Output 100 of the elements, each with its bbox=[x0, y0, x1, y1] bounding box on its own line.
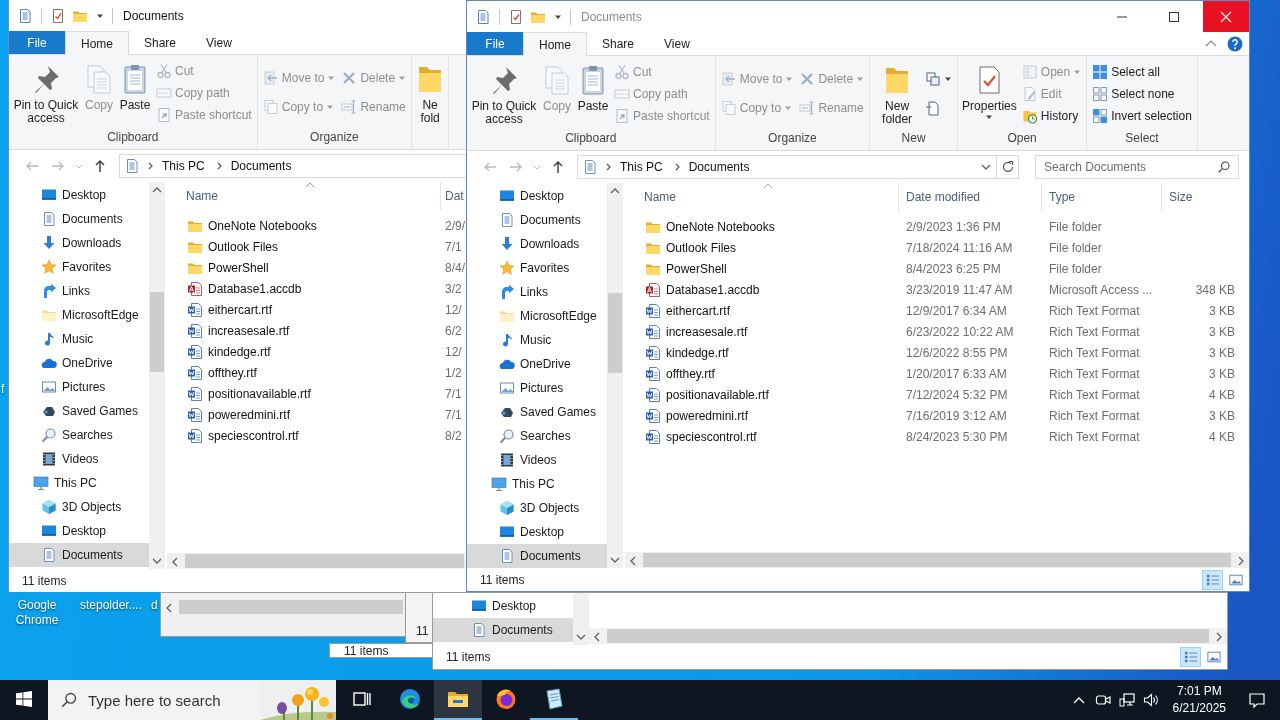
nav-item[interactable]: Desktop bbox=[433, 594, 573, 618]
ribbon-tab[interactable]: Share bbox=[129, 31, 192, 54]
ribbon-tab[interactable]: Home bbox=[523, 32, 587, 56]
breadcrumb[interactable]: This PC bbox=[162, 159, 209, 173]
nav-item[interactable]: Videos bbox=[9, 447, 149, 471]
column-header[interactable]: Name bbox=[179, 182, 441, 210]
file-name[interactable]: offthey.rtf bbox=[666, 366, 715, 381]
file-name[interactable]: PowerShell bbox=[208, 260, 269, 275]
file-name[interactable]: positionavailable.rtf bbox=[666, 387, 769, 402]
file-name[interactable]: poweredmini.rtf bbox=[666, 408, 749, 423]
file-name[interactable]: Outlook Files bbox=[666, 240, 737, 255]
nav-item[interactable]: Documents bbox=[9, 543, 149, 567]
file-name[interactable]: poweredmini.rtf bbox=[208, 407, 291, 422]
nav-item[interactable]: OneDrive bbox=[467, 352, 607, 376]
details-view-button[interactable] bbox=[1180, 647, 1201, 667]
file-name[interactable]: eithercart.rtf bbox=[666, 303, 731, 318]
scrollbar-thumb[interactable] bbox=[150, 292, 164, 372]
history-button[interactable]: History bbox=[1018, 105, 1085, 127]
nav-item[interactable]: Pictures bbox=[467, 376, 607, 400]
nav-item[interactable]: Desktop bbox=[467, 184, 607, 208]
new-folder-button[interactable]: New folder bbox=[872, 56, 923, 126]
address-bar[interactable]: This PC Documents bbox=[119, 154, 466, 178]
properties-button[interactable]: Properties bbox=[960, 56, 1019, 121]
select-all-button[interactable]: Select all bbox=[1089, 61, 1195, 83]
search-field[interactable]: Search Documents bbox=[1035, 155, 1239, 179]
file-tab[interactable]: File bbox=[9, 31, 65, 54]
pin-button[interactable]: Pin to Quick access bbox=[11, 55, 81, 125]
scrollbar-thumb[interactable] bbox=[185, 554, 464, 568]
column-header[interactable]: Size bbox=[1162, 183, 1240, 211]
file-name[interactable]: Outlook Files bbox=[208, 239, 279, 254]
nav-item[interactable]: Documents bbox=[467, 208, 607, 232]
paste-button[interactable]: Paste bbox=[575, 56, 611, 113]
file-name[interactable]: OneNote Notebooks bbox=[666, 219, 775, 234]
file-name[interactable]: PowerShell bbox=[666, 261, 727, 276]
nav-item[interactable]: Saved Games bbox=[9, 399, 149, 423]
file-tab[interactable]: File bbox=[467, 32, 523, 55]
horizontal-scrollbar[interactable] bbox=[167, 553, 466, 569]
file-name[interactable]: increasesale.rtf bbox=[666, 324, 748, 339]
nav-item[interactable]: Videos bbox=[467, 448, 607, 472]
nav-item[interactable]: Saved Games bbox=[467, 400, 607, 424]
file-name[interactable]: kindedge.rtf bbox=[208, 344, 271, 359]
breadcrumb[interactable]: Documents bbox=[230, 159, 296, 173]
nav-item[interactable]: Music bbox=[9, 327, 149, 351]
column-header[interactable]: Date modified bbox=[899, 183, 1042, 211]
nav-item[interactable]: Desktop bbox=[9, 183, 149, 207]
scrollbar-thumb[interactable] bbox=[643, 553, 1231, 567]
vertical-scrollbar[interactable] bbox=[607, 183, 623, 568]
pin-button[interactable]: Pin to Quick access bbox=[469, 56, 539, 126]
invert-selection-button[interactable]: Invert selection bbox=[1089, 105, 1195, 127]
clock-date[interactable]: 6/21/2025 bbox=[1172, 700, 1226, 717]
file-name[interactable]: speciescontrol.rtf bbox=[208, 428, 299, 443]
scrollbar-thumb[interactable] bbox=[607, 629, 1209, 643]
file-name[interactable]: speciescontrol.rtf bbox=[666, 429, 757, 444]
horizontal-scrollbar[interactable] bbox=[625, 552, 1249, 568]
clock-time[interactable]: 7:01 PM bbox=[1176, 683, 1222, 700]
file-name[interactable]: Database1.accdb bbox=[666, 282, 760, 297]
nav-item[interactable]: Favorites bbox=[467, 256, 607, 280]
nav-item[interactable]: Searches bbox=[467, 424, 607, 448]
nav-item[interactable]: MicrosoftEdge bbox=[9, 303, 149, 327]
file-name[interactable]: increasesale.rtf bbox=[208, 323, 290, 338]
nav-item[interactable]: Desktop bbox=[467, 520, 607, 544]
file-name[interactable]: Database1.accdb bbox=[208, 281, 302, 296]
ribbon-tab[interactable]: View bbox=[649, 32, 705, 55]
nav-item[interactable]: Downloads bbox=[467, 232, 607, 256]
nav-item[interactable]: 3D Objects bbox=[9, 495, 149, 519]
file-name[interactable]: OneNote Notebooks bbox=[208, 218, 317, 233]
ribbon-tab[interactable]: View bbox=[191, 31, 247, 54]
column-header[interactable]: Type bbox=[1042, 183, 1162, 211]
nav-item[interactable]: Desktop bbox=[9, 519, 149, 543]
explorer-taskbar-button[interactable] bbox=[434, 680, 482, 720]
nav-item[interactable]: OneDrive bbox=[9, 351, 149, 375]
nav-item[interactable]: This PC bbox=[9, 471, 149, 495]
file-name[interactable]: eithercart.rtf bbox=[208, 302, 273, 317]
scrollbar-thumb[interactable] bbox=[608, 293, 622, 373]
breadcrumb[interactable]: Documents bbox=[688, 160, 754, 174]
search-field[interactable]: Type here to search bbox=[48, 680, 260, 720]
nav-item[interactable]: Searches bbox=[9, 423, 149, 447]
nav-item[interactable]: Links bbox=[467, 280, 607, 304]
horizontal-scrollbar[interactable] bbox=[589, 628, 1227, 644]
nav-item[interactable]: Pictures bbox=[9, 375, 149, 399]
paste-button[interactable]: Paste bbox=[117, 55, 153, 112]
nav-item[interactable]: MicrosoftEdge bbox=[467, 304, 607, 328]
nav-item[interactable]: This PC bbox=[467, 472, 607, 496]
nav-item[interactable]: Documents bbox=[9, 207, 149, 231]
file-name[interactable]: positionavailable.rtf bbox=[208, 386, 311, 401]
nav-item[interactable]: Music bbox=[467, 328, 607, 352]
scrollbar-thumb[interactable] bbox=[179, 600, 403, 614]
refresh-button[interactable] bbox=[997, 155, 1019, 179]
vertical-scrollbar[interactable] bbox=[149, 182, 165, 569]
details-view-button[interactable] bbox=[1202, 569, 1223, 590]
column-header[interactable]: Name bbox=[637, 183, 899, 211]
nav-item[interactable]: Documents bbox=[467, 544, 607, 568]
ribbon-tab[interactable]: Home bbox=[65, 31, 129, 55]
breadcrumb[interactable]: This PC bbox=[620, 160, 667, 174]
nav-item[interactable]: Links bbox=[9, 279, 149, 303]
column-header[interactable]: Dat bbox=[441, 182, 466, 210]
vertical-scrollbar[interactable] bbox=[573, 593, 589, 645]
ribbon-tab[interactable]: Share bbox=[587, 32, 650, 55]
file-name[interactable]: offthey.rtf bbox=[208, 365, 257, 380]
new-folder-button[interactable]: Ne fold bbox=[414, 55, 447, 125]
